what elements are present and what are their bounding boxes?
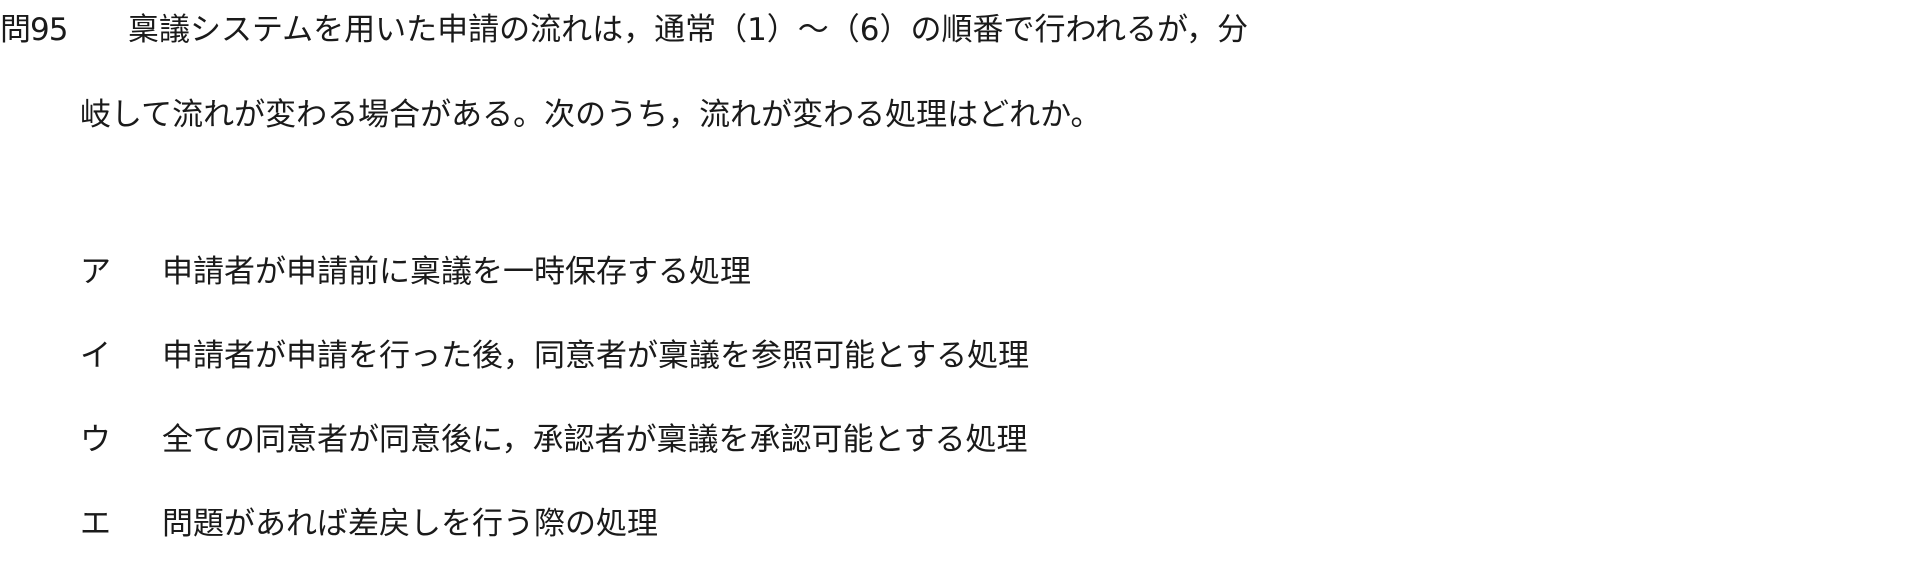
choice-i[interactable]: イ 申請者が申請を行った後，同意者が稟議を参照可能とする処理	[80, 336, 1029, 376]
choice-a-text: 申請者が申請前に稟議を一時保存する処理	[162, 254, 751, 290]
choice-i-mark: イ	[80, 338, 111, 374]
question-line-1: 問95 稟議システムを用いた申請の流れは，通常（1）～（6）の順番で行われるが，分	[0, 10, 1248, 50]
question-number: 問95	[0, 12, 68, 48]
choice-u-mark: ウ	[80, 422, 111, 458]
question-text-line-2: 岐して流れが変わる場合がある。次のうち，流れが変わる処理はどれか。	[80, 97, 1102, 133]
exam-page: 問95 稟議システムを用いた申請の流れは，通常（1）～（6）の順番で行われるが，分…	[0, 0, 1920, 569]
choice-a-mark: ア	[80, 254, 111, 290]
choice-u[interactable]: ウ 全ての同意者が同意後に，承認者が稟議を承認可能とする処理	[80, 420, 1028, 460]
choice-e-text: 問題があれば差戻しを行う際の処理	[162, 506, 658, 542]
choice-e[interactable]: エ 問題があれば差戻しを行う際の処理	[80, 504, 658, 544]
question-line-2: 岐して流れが変わる場合がある。次のうち，流れが変わる処理はどれか。	[80, 95, 1101, 135]
question-text-line-1: 稟議システムを用いた申請の流れは，通常（1）～（6）の順番で行われるが，分	[128, 12, 1249, 48]
choice-u-text: 全ての同意者が同意後に，承認者が稟議を承認可能とする処理	[162, 422, 1028, 458]
choice-e-mark: エ	[80, 506, 111, 542]
choice-a[interactable]: ア 申請者が申請前に稟議を一時保存する処理	[80, 252, 751, 292]
choice-i-text: 申請者が申請を行った後，同意者が稟議を参照可能とする処理	[162, 338, 1030, 374]
